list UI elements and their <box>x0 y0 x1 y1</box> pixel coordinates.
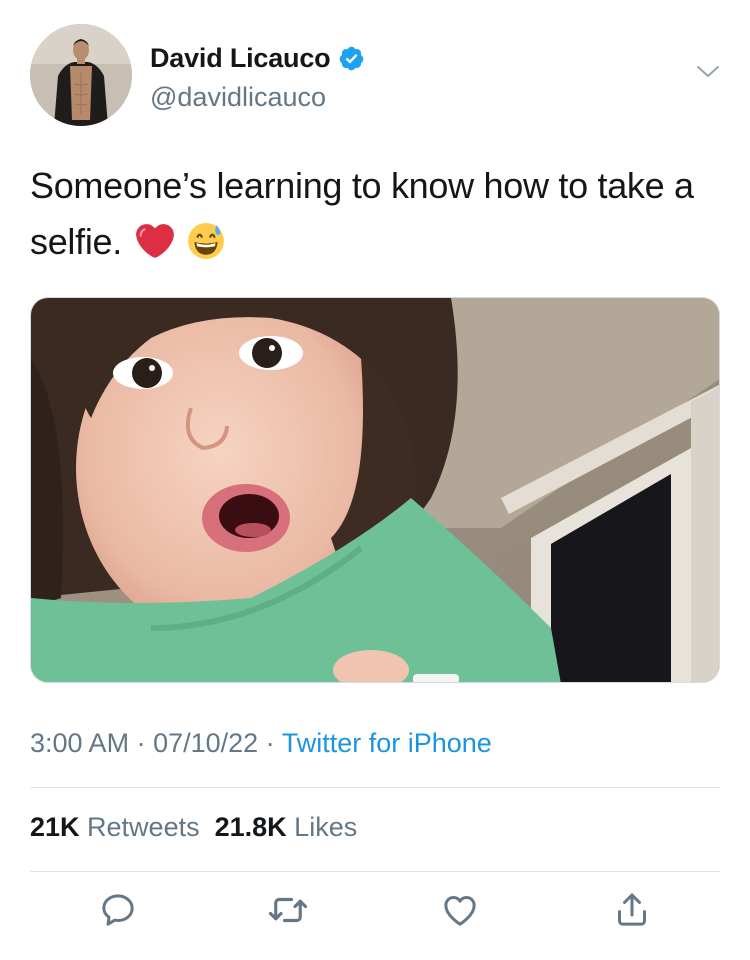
tweet-time[interactable]: 3:00 AM <box>30 728 129 758</box>
likes-stat[interactable]: 21.8K Likes <box>215 812 358 842</box>
divider <box>30 787 720 788</box>
tweet-source-link[interactable]: Twitter for iPhone <box>282 728 492 758</box>
meta-separator: · <box>129 728 154 758</box>
retweets-label: Retweets <box>79 812 200 842</box>
grinning-face-with-sweat-icon <box>187 220 225 259</box>
verified-badge-icon <box>338 45 365 72</box>
tweet-text-body: Someone’s learning to know how to take a… <box>30 165 694 262</box>
display-name[interactable]: David Licauco <box>150 43 331 74</box>
user-handle[interactable]: @davidlicauco <box>150 82 326 113</box>
retweets-count: 21K <box>30 812 80 842</box>
avatar[interactable] <box>30 24 132 126</box>
tweet-photo[interactable] <box>30 297 720 683</box>
meta-separator: · <box>258 728 282 758</box>
tweet-actions <box>0 890 750 940</box>
tweet-header: David Licauco @davidlicauco <box>30 24 720 126</box>
likes-count: 21.8K <box>214 812 287 842</box>
tweet-date[interactable]: 07/10/22 <box>153 728 258 758</box>
tweet-stats: 21K Retweets 21.8K Likes <box>30 812 357 843</box>
tweet-text: Someone’s learning to know how to take a… <box>30 158 720 270</box>
tweet-detail: David Licauco @davidlicauco Someone’s le… <box>0 0 750 960</box>
retweet-icon <box>267 889 309 936</box>
likes-label: Likes <box>286 812 358 842</box>
reply-icon <box>98 890 138 935</box>
heart-icon <box>440 890 480 935</box>
avatar-photo <box>30 24 132 126</box>
display-name-row: David Licauco <box>150 42 365 74</box>
like-button[interactable] <box>438 890 482 934</box>
share-icon <box>612 890 652 935</box>
photo-image <box>31 298 719 682</box>
chevron-down-icon[interactable] <box>696 64 720 80</box>
tweet-meta: 3:00 AM · 07/10/22 · Twitter for iPhone <box>30 728 492 759</box>
share-button[interactable] <box>610 890 654 934</box>
retweets-stat[interactable]: 21K Retweets <box>30 812 200 842</box>
retweet-button[interactable] <box>266 890 310 934</box>
red-heart-icon <box>135 220 174 258</box>
reply-button[interactable] <box>96 890 140 934</box>
divider <box>30 871 720 872</box>
